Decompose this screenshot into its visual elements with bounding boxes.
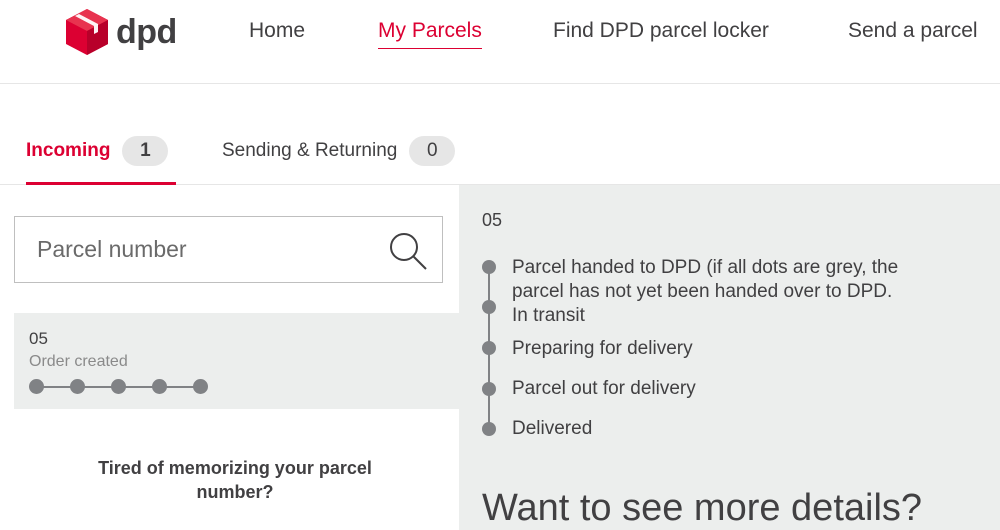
timeline-dot — [482, 341, 496, 355]
dpd-logo[interactable]: dpd — [66, 8, 186, 56]
dpd-cube-icon — [66, 9, 108, 55]
tab-sending-returning[interactable]: Sending & Returning 0 — [222, 136, 456, 185]
more-details-heading: Want to see more details? — [482, 487, 923, 529]
progress-dot — [152, 379, 167, 394]
timeline-dot — [482, 382, 496, 396]
promo-heading: Tired of memorizing your parcel number? — [98, 458, 372, 502]
nav-my-parcels[interactable]: My Parcels — [378, 19, 482, 49]
tab-incoming-count: 1 — [122, 136, 169, 166]
brand-wordmark: dpd — [116, 12, 177, 51]
timeline-step-out-for-delivery: Parcel out for delivery — [512, 378, 696, 399]
search-icon[interactable] — [388, 231, 428, 271]
timeline-step-handed: Parcel handed to DPD (if all dots are gr… — [512, 257, 899, 302]
parcel-search — [14, 216, 443, 283]
parcel-number-input[interactable] — [15, 217, 375, 282]
tab-sending-label: Sending & Returning — [222, 140, 398, 161]
tab-incoming-label: Incoming — [26, 140, 111, 161]
nav-home[interactable]: Home — [249, 19, 305, 43]
timeline-step-preparing: Preparing for delivery — [512, 338, 693, 359]
progress-dot — [111, 379, 126, 394]
parcel-tabs: Incoming 1 Sending & Returning 0 — [0, 130, 1000, 185]
nav-find-locker[interactable]: Find DPD parcel locker — [553, 19, 769, 43]
progress-dot — [29, 379, 44, 394]
timeline-step-transit: In transit — [512, 305, 585, 326]
nav-send-parcel[interactable]: Send a parcel — [848, 19, 978, 43]
timeline-dot — [482, 300, 496, 314]
parcel-id: 05 — [29, 329, 48, 348]
site-header: dpd Home My Parcels Find DPD parcel lock… — [0, 0, 1000, 84]
timeline-dot — [482, 422, 496, 436]
details-parcel-id: 05 — [482, 210, 503, 230]
parcel-list-item[interactable]: 05 Order created — [14, 313, 459, 409]
parcel-details-panel: 05 Parcel handed to DPD (if all dots are… — [459, 185, 1000, 530]
progress-dot — [70, 379, 85, 394]
timeline-dot — [482, 260, 496, 274]
parcel-status: Order created — [29, 353, 128, 370]
progress-dot — [193, 379, 208, 394]
tab-sending-count: 0 — [409, 136, 456, 166]
tab-incoming[interactable]: Incoming 1 — [26, 136, 176, 185]
timeline-step-delivered: Delivered — [512, 418, 593, 439]
